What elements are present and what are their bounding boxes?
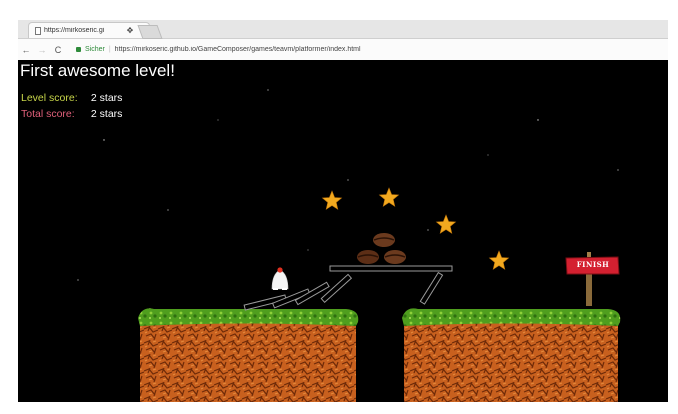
level-score-row: Level score: 2 stars: [21, 92, 122, 104]
starfield: [77, 89, 619, 281]
reload-button[interactable]: C: [50, 45, 66, 55]
game-canvas[interactable]: First awesome level! Level score: 2 star…: [18, 60, 668, 402]
star-1: [321, 190, 343, 210]
level-title: First awesome level!: [20, 61, 175, 80]
level-score-value: 2 stars: [90, 92, 123, 104]
document-icon: [35, 26, 41, 35]
left-ground-platform: [138, 308, 359, 402]
player-character: [271, 267, 289, 290]
secure-label: Sicher: [85, 46, 105, 53]
new-tab-button[interactable]: [137, 25, 163, 39]
forward-button[interactable]: →: [34, 45, 50, 55]
coffee-bean-pile: [357, 233, 406, 264]
total-score-row: Total score: 2 stars: [21, 108, 122, 120]
browser-tab[interactable]: https://mirkoseric.gi ✥ ×: [28, 22, 150, 38]
level-score-label: Level score:: [21, 92, 78, 104]
star-3: [435, 214, 457, 234]
pin-icon[interactable]: ✥: [127, 26, 134, 35]
collectible-stars: [321, 187, 510, 270]
right-ground-platform: [402, 308, 621, 402]
browser-toolbar: ← → C Sicher | https://mirkoseric.github…: [18, 39, 668, 60]
finish-sign-text: FINISH: [576, 260, 610, 269]
tab-strip: https://mirkoseric.gi ✥ ×: [18, 20, 668, 39]
star-4: [488, 250, 510, 270]
url-text: https://mirkoseric.github.io/GameCompose…: [114, 46, 361, 53]
address-bar[interactable]: Sicher | https://mirkoseric.github.io/Ga…: [72, 43, 662, 57]
browser-chrome: https://mirkoseric.gi ✥ × ← → C Sicher |…: [18, 20, 668, 60]
star-2: [378, 187, 400, 207]
total-score-label: Total score:: [21, 108, 75, 120]
tab-title: https://mirkoseric.gi: [44, 27, 105, 34]
back-button[interactable]: ←: [18, 45, 34, 55]
address-separator: |: [108, 46, 111, 53]
total-score-value: 2 stars: [90, 108, 123, 120]
lock-icon: [76, 47, 81, 52]
